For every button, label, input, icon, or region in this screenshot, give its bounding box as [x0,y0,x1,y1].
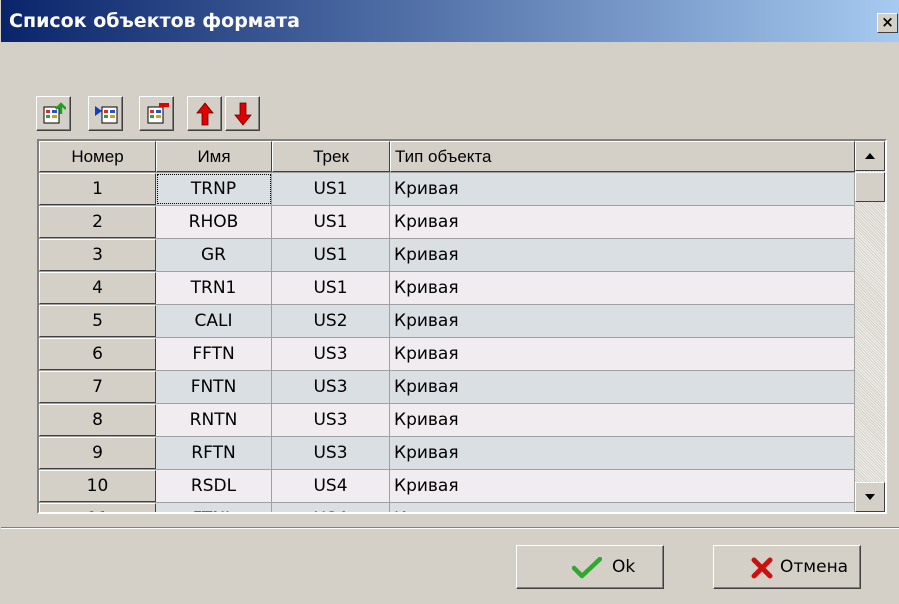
cell-name[interactable]: RSDL [156,470,272,502]
cell-number[interactable]: 5 [39,305,156,337]
cell-number[interactable]: 6 [39,338,156,370]
table-row[interactable]: 8 RNTN US3 Кривая [39,404,855,437]
cell-type[interactable]: Кривая [390,338,855,370]
close-icon: × [881,13,894,31]
cell-name[interactable]: FNTN [156,371,272,403]
column-header-type[interactable]: Тип объекта [390,141,855,172]
table-row[interactable]: 6 FFTN US3 Кривая [39,338,855,371]
add-object-button[interactable] [36,96,71,131]
cell-name[interactable]: RNTN [156,404,272,436]
cell-number[interactable]: 4 [39,272,156,304]
cell-type[interactable]: Кривая [390,206,855,238]
cell-number[interactable]: 9 [39,437,156,469]
check-icon [572,557,602,579]
cell-track[interactable]: US3 [272,371,390,403]
cell-track[interactable]: US1 [272,173,390,205]
grid-body: Номер Имя Трек Тип объекта 1 TRNP US1 Крива… [39,141,855,512]
cell-name[interactable]: GR [156,239,272,271]
title-bar[interactable]: Список объектов формата × [1,0,899,42]
move-down-button[interactable] [225,96,260,131]
delete-object-icon [147,103,169,124]
copy-object-icon [95,106,118,124]
cell-type[interactable]: Кривая [390,305,855,337]
cell-type[interactable]: Кривая [390,173,855,205]
move-up-button[interactable] [187,96,222,131]
table-row[interactable]: 2 RHOB US1 Кривая [39,206,855,239]
table-row[interactable]: 11FTNLUS4Кривая [39,503,855,512]
cell-track[interactable]: US3 [272,404,390,436]
table-row[interactable]: 5 CALI US2 Кривая [39,305,855,338]
cell-track[interactable]: US1 [272,206,390,238]
table-row[interactable]: 10 RSDL US4 Кривая [39,470,855,503]
column-header-track[interactable]: Трек [272,141,390,172]
cell-track[interactable]: US3 [272,338,390,370]
cell-name[interactable]: TRN1 [156,272,272,304]
table-row[interactable]: 9 RFTN US3 Кривая [39,437,855,470]
cancel-x-icon [751,557,773,579]
vertical-scrollbar[interactable] [855,141,885,512]
column-header-name[interactable]: Имя [156,141,272,172]
cell-name[interactable]: CALI [156,305,272,337]
copy-object-button[interactable] [88,96,123,131]
objects-grid[interactable]: Номер Имя Трек Тип объекта 1 TRNP US1 Крива… [37,139,887,514]
scroll-up-arrow-icon [865,153,875,159]
cell-name[interactable]: FTNL [156,503,272,512]
cancel-button-label: Отмена [780,557,849,577]
cell-name[interactable]: TRNP [156,173,272,205]
cell-number[interactable]: 10 [39,470,156,502]
cancel-button[interactable]: Отмена [713,545,861,589]
cell-number[interactable]: 2 [39,206,156,238]
cell-type[interactable]: Кривая [390,272,855,304]
dialog-window: Список объектов формата × Номер Имя Трек… [0,0,899,604]
cell-type[interactable]: Кривая [390,371,855,403]
arrow-down-icon [234,102,252,126]
footer-divider-highlight [1,528,899,529]
cell-type[interactable]: Кривая [390,404,855,436]
cell-type[interactable]: Кривая [390,503,855,512]
cell-number[interactable]: 7 [39,371,156,403]
scroll-thumb[interactable] [855,172,885,202]
cell-track[interactable]: US2 [272,305,390,337]
table-row[interactable]: 7 FNTN US3 Кривая [39,371,855,404]
cell-number[interactable]: 3 [39,239,156,271]
arrow-up-icon [196,102,214,126]
cell-track[interactable]: US1 [272,272,390,304]
table-row[interactable]: 1 TRNP US1 Кривая [39,173,855,206]
ok-button[interactable]: Ok [516,545,664,589]
cell-name[interactable]: RFTN [156,437,272,469]
cell-number[interactable]: 11 [39,503,156,512]
cell-type[interactable]: Кривая [390,470,855,502]
table-row[interactable]: 4 TRN1 US1 Кривая [39,272,855,305]
add-object-icon [43,102,66,124]
ok-button-label: Ok [612,557,636,577]
scroll-down-arrow-icon [865,494,875,500]
cell-track[interactable]: US4 [272,470,390,502]
close-button[interactable]: × [877,13,898,33]
table-row[interactable]: 3 GR US1 Кривая [39,239,855,272]
cell-track[interactable]: US3 [272,437,390,469]
window-title: Список объектов формата [9,10,300,32]
cell-type[interactable]: Кривая [390,239,855,271]
cell-type[interactable]: Кривая [390,437,855,469]
scroll-down-button[interactable] [855,482,885,512]
column-header-number[interactable]: Номер [39,141,156,172]
cell-track[interactable]: US4 [272,503,390,512]
cell-name[interactable]: RHOB [156,206,272,238]
cell-number[interactable]: 8 [39,404,156,436]
delete-object-button[interactable] [139,96,174,131]
scroll-up-button[interactable] [855,141,885,171]
cell-name[interactable]: FFTN [156,338,272,370]
cell-number[interactable]: 1 [39,173,156,205]
cell-track[interactable]: US1 [272,239,390,271]
